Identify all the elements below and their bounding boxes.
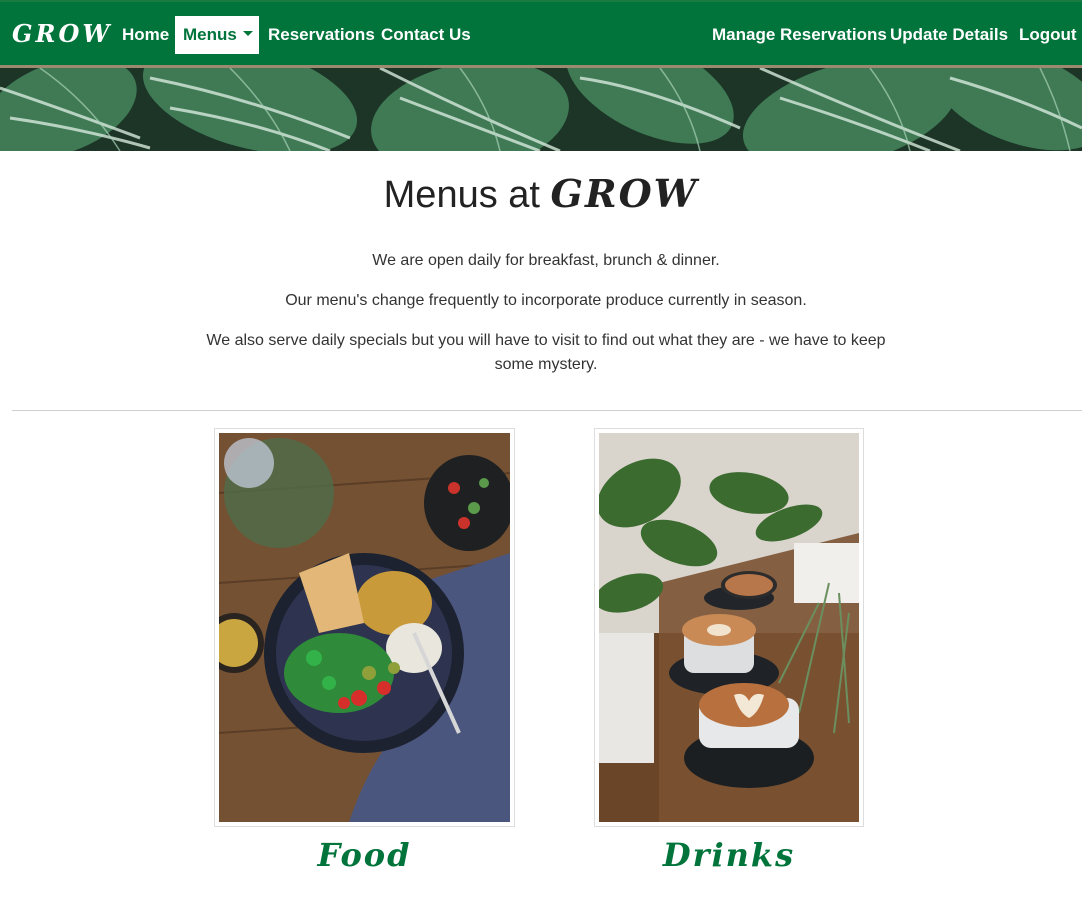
brand-logo[interactable]: GROW: [12, 16, 112, 52]
drinks-menu-label[interactable]: Drinks: [594, 834, 864, 876]
navbar: GROW Home Menus Reservations Contact Us …: [0, 0, 1082, 68]
nav-reservations[interactable]: Reservations: [268, 16, 375, 54]
hero-leaves-banner: [0, 68, 1082, 151]
intro-paragraph-3: We also serve daily specials but you wil…: [206, 332, 886, 373]
nav-logout[interactable]: Logout: [1019, 16, 1077, 54]
nav-menus-dropdown[interactable]: Menus: [175, 16, 259, 54]
food-menu-card[interactable]: [214, 428, 515, 827]
nav-update-details[interactable]: Update Details: [890, 16, 1008, 54]
nav-manage-reservations[interactable]: Manage Reservations: [712, 16, 887, 54]
coffee-cups-image: [599, 433, 859, 822]
nav-home[interactable]: Home: [122, 16, 169, 54]
page-title-prefix: Menus at: [383, 174, 540, 216]
drinks-menu-card[interactable]: [594, 428, 864, 827]
intro-paragraph-2: Our menu's change frequently to incorpor…: [285, 292, 807, 309]
section-divider: [12, 410, 1082, 411]
food-bowl-image: [219, 433, 510, 822]
page-title-brand: GROW: [550, 171, 699, 216]
nav-contact-us[interactable]: Contact Us: [381, 16, 471, 54]
intro-paragraph-1: We are open daily for breakfast, brunch …: [372, 252, 720, 269]
nav-menus-label: Menus: [183, 25, 237, 44]
caret-down-icon: [242, 31, 253, 37]
food-menu-label[interactable]: Food: [214, 834, 515, 876]
page-title: Menus at GROW: [0, 170, 1082, 219]
leaves-image: [0, 68, 1082, 151]
